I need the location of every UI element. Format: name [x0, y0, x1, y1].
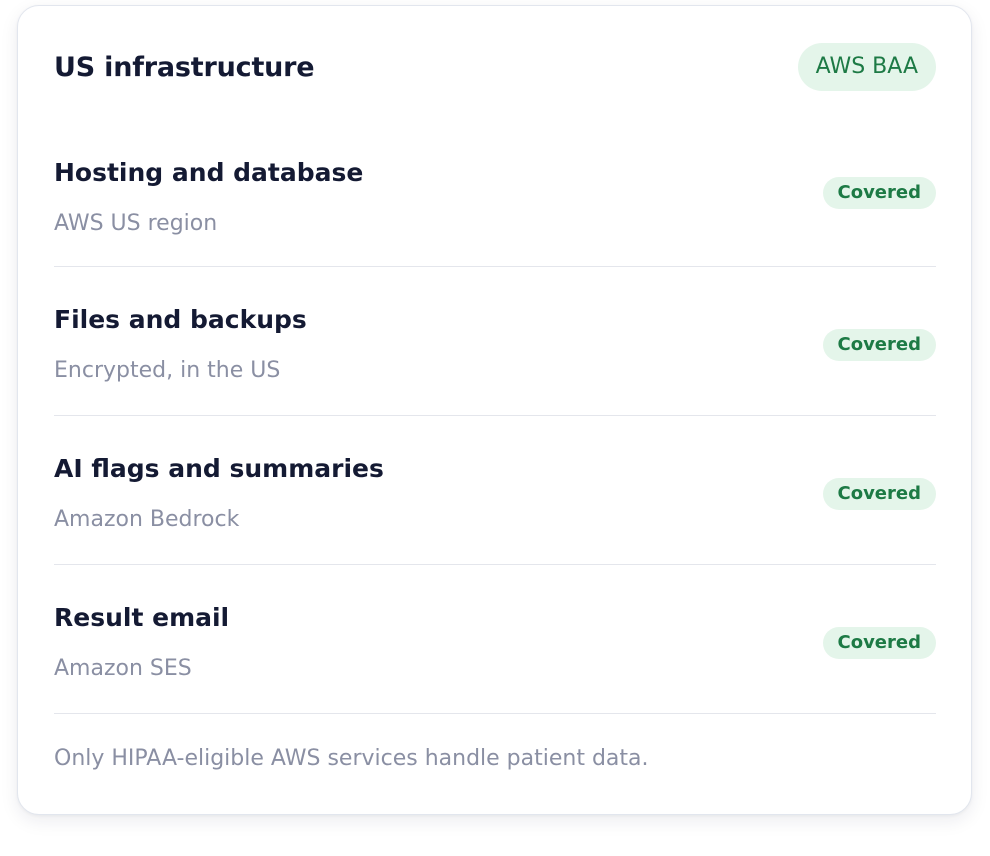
- list-item-subtitle: Encrypted, in the US: [54, 358, 281, 383]
- card-title: US infrastructure: [54, 51, 315, 83]
- card-header: US infrastructure AWS BAA: [54, 43, 936, 91]
- list-item-hosting: Hosting and database AWS US region Cover…: [54, 119, 936, 267]
- status-badge: Covered: [822, 478, 936, 510]
- list-item-subtitle: AWS US region: [54, 211, 218, 236]
- list-item-subtitle: Amazon Bedrock: [54, 507, 240, 532]
- aws-baa-badge: AWS BAA: [797, 43, 936, 91]
- status-badge: Covered: [822, 329, 936, 361]
- footer-note: Only HIPAA-eligible AWS services handle …: [54, 746, 649, 771]
- list-item-title: AI flags and summaries: [54, 454, 384, 483]
- status-badge: Covered: [822, 177, 936, 209]
- list-item-ai: AI flags and summaries Amazon Bedrock Co…: [54, 416, 936, 565]
- list-item-title: Files and backups: [54, 305, 307, 334]
- services-list: Hosting and database AWS US region Cover…: [54, 119, 936, 714]
- list-item-files: Files and backups Encrypted, in the US C…: [54, 267, 936, 416]
- list-item-email: Result email Amazon SES Covered: [54, 565, 936, 714]
- list-item-title: Result email: [54, 603, 230, 632]
- list-item-title: Hosting and database: [54, 158, 364, 187]
- status-badge: Covered: [822, 627, 936, 659]
- list-item-subtitle: Amazon SES: [54, 656, 192, 681]
- infrastructure-card: US infrastructure AWS BAA Hosting and da…: [17, 5, 972, 815]
